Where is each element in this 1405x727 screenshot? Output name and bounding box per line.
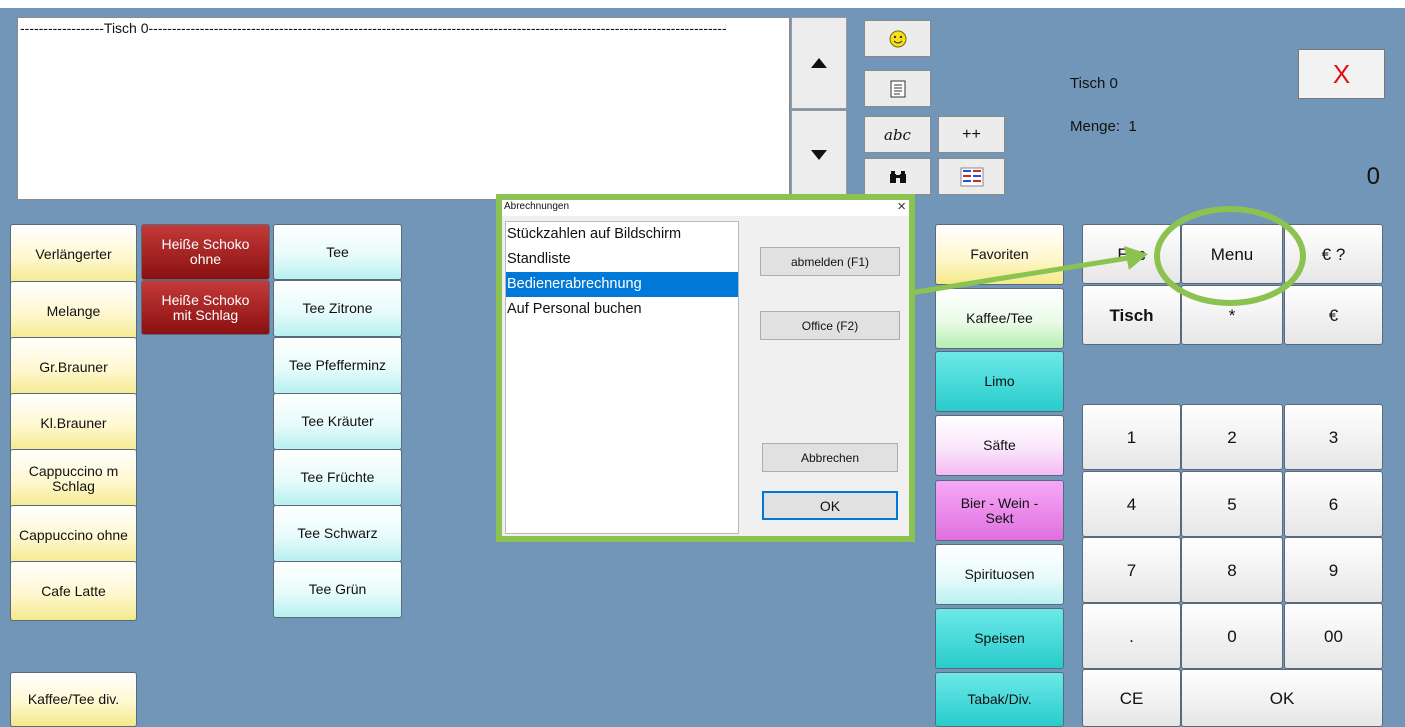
arrow-line: [909, 255, 1129, 296]
pos-window: ------------------Tisch 0---------------…: [0, 8, 1405, 727]
highlight-circle: [1154, 206, 1306, 306]
highlight-annotation: [909, 206, 1306, 306]
arrow-head-icon: [1124, 246, 1148, 270]
